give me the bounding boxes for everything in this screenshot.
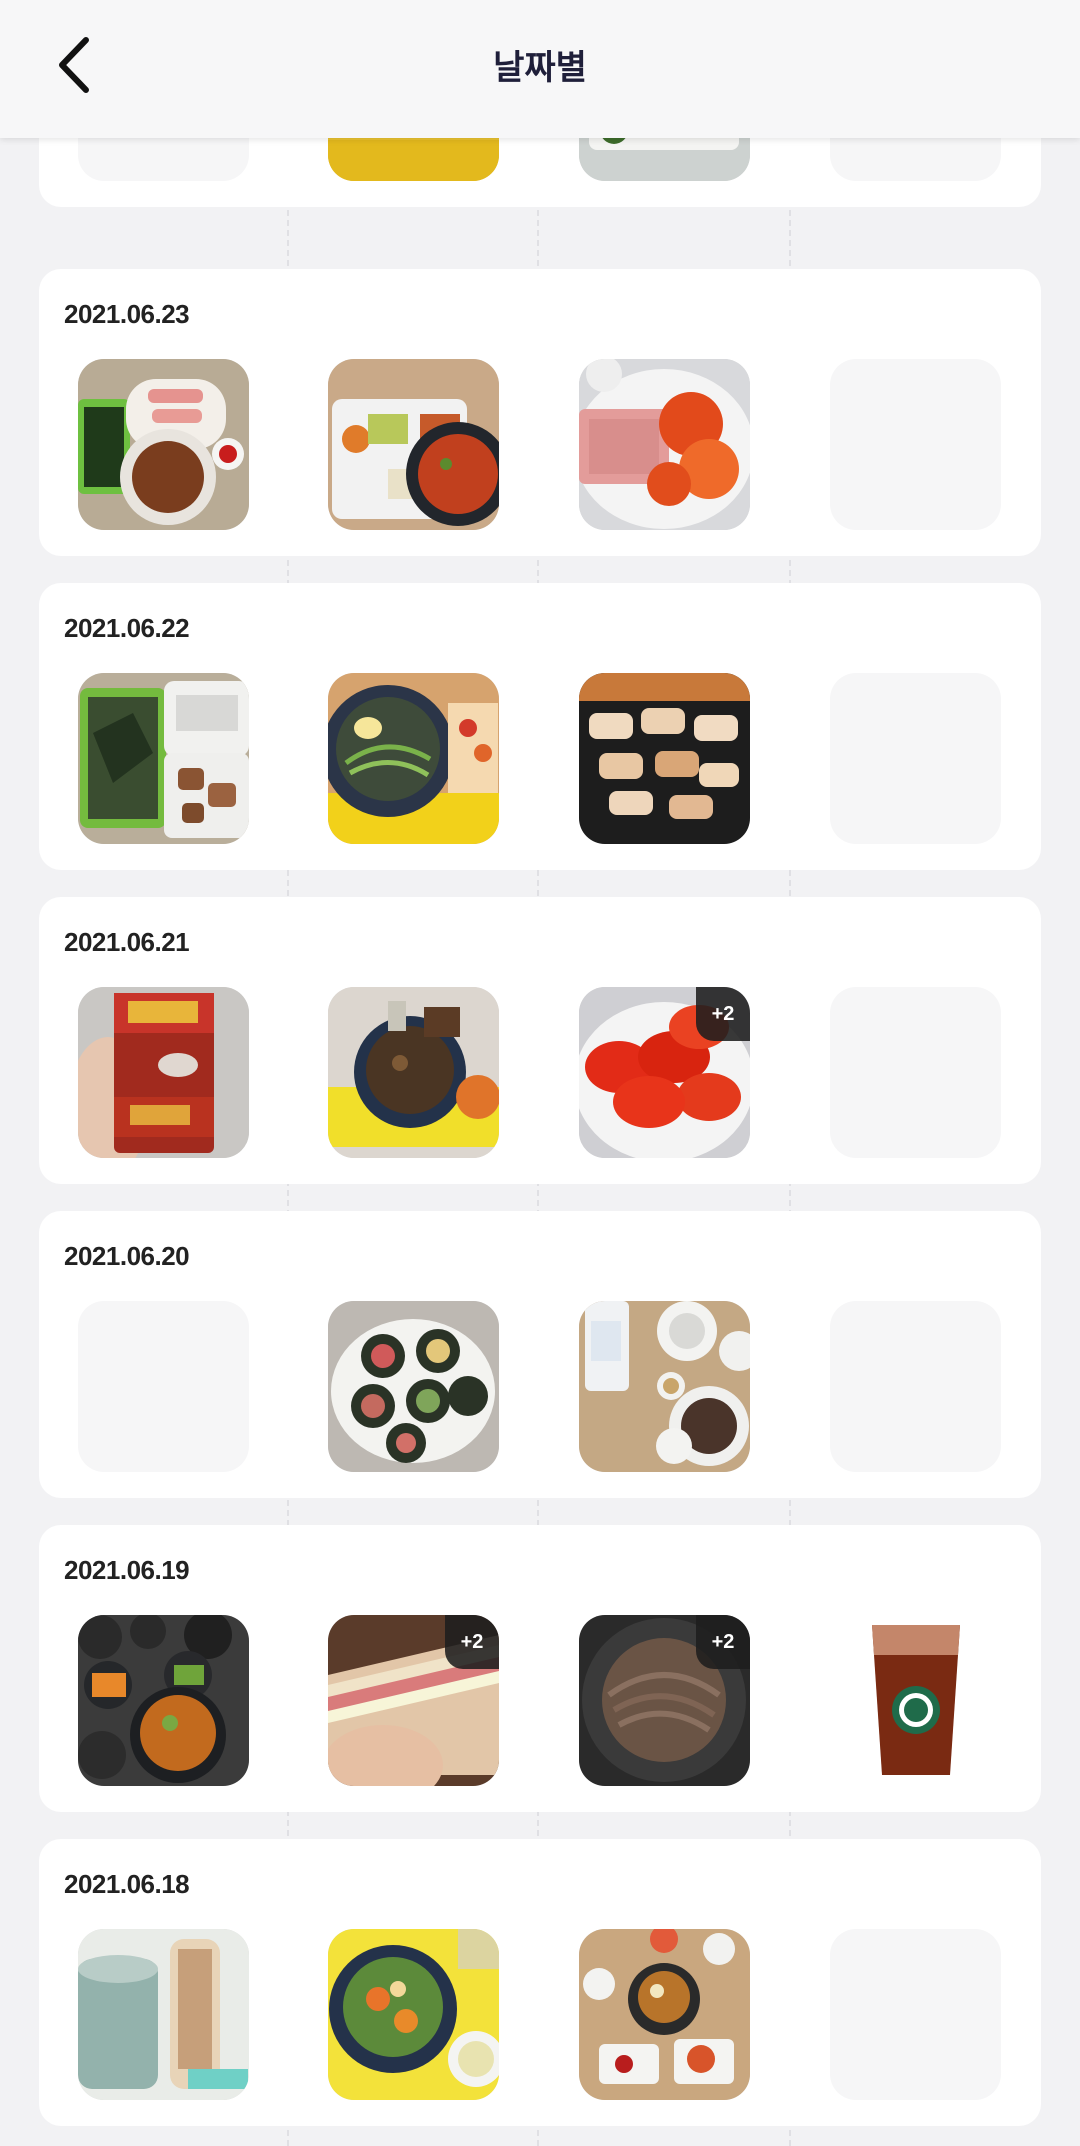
grilled-pork-belly-photo <box>579 673 750 844</box>
more-photos-badge: +2 <box>696 1615 750 1669</box>
meal-photo-thumbnail[interactable] <box>78 673 249 844</box>
soup-bowl-yellow-tray-photo <box>328 987 499 1158</box>
meal-photo-thumbnail[interactable] <box>78 1615 249 1786</box>
day-date-label: 2021.06.23 <box>64 299 190 329</box>
korean-stew-table-photo <box>579 1929 750 2100</box>
day-date-label: 2021.06.19 <box>64 1555 190 1585</box>
meal-photo-thumbnail[interactable] <box>78 1929 249 2100</box>
meal-photo-thumbnail[interactable] <box>579 359 750 530</box>
day-card: 2021.06.22 <box>39 583 1041 870</box>
meal-photo-thumbnail[interactable] <box>328 359 499 530</box>
meal-photo-thumbnail[interactable] <box>78 359 249 530</box>
meal-photo-thumbnail[interactable] <box>830 1615 1001 1786</box>
meal-photo-thumbnail[interactable] <box>328 987 499 1158</box>
day-date-label: 2021.06.21 <box>64 927 190 957</box>
empty-meal-slot[interactable] <box>830 987 1001 1158</box>
day-card: 2021.06.19 +2 +2 <box>39 1525 1041 1812</box>
empty-meal-slot[interactable] <box>830 673 1001 844</box>
cold-noodles-tray-photo <box>328 673 499 844</box>
mug-and-sandwich-photo <box>78 1929 249 2100</box>
meal-photo-thumbnail[interactable] <box>328 673 499 844</box>
meal-photo-thumbnail[interactable] <box>579 1929 750 2100</box>
day-date-label: 2021.06.20 <box>64 1241 190 1271</box>
chevron-left-icon <box>40 37 110 104</box>
meal-photo-thumbnail[interactable]: +2 <box>579 987 750 1158</box>
empty-meal-slot[interactable] <box>830 1929 1001 2100</box>
korean-table-stew-photo <box>78 1615 249 1786</box>
day-card: 2021.06.23 <box>39 269 1041 556</box>
day-card: 2021.06.18 <box>39 1839 1041 2126</box>
lunchbox-seaweed-ham-photo <box>78 359 249 530</box>
spam-and-tomato-photo <box>579 359 750 530</box>
day-date-label: 2021.06.18 <box>64 1869 190 1899</box>
more-photos-badge: +2 <box>696 987 750 1041</box>
meal-photo-thumbnail[interactable] <box>579 1301 750 1472</box>
snack-package-photo <box>78 987 249 1158</box>
day-date-label: 2021.06.22 <box>64 613 190 643</box>
meal-photo-thumbnail[interactable] <box>78 987 249 1158</box>
day-card: 2021.06.21 +2 <box>39 897 1041 1184</box>
meal-photo-thumbnail[interactable] <box>328 1301 499 1472</box>
date-feed[interactable]: 2021.06.23 2021.06.22 2021.06.21 +2 2021.06.… <box>0 0 1080 2146</box>
meal-photo-thumbnail[interactable]: +2 <box>328 1615 499 1786</box>
white-tray-spicy-stew-photo <box>328 359 499 530</box>
iced-coffee-cup-photo <box>830 1615 1001 1786</box>
more-photos-badge: +2 <box>445 1615 499 1669</box>
day-card: 2021.06.20 <box>39 1211 1041 1498</box>
makgeolli-and-side-dishes-photo <box>579 1301 750 1472</box>
salad-bowl-yellow-tray-photo <box>328 1929 499 2100</box>
empty-meal-slot[interactable] <box>830 359 1001 530</box>
page-title: 날짜별 <box>493 49 587 87</box>
meal-photo-thumbnail[interactable] <box>328 1929 499 2100</box>
empty-meal-slot[interactable] <box>78 1301 249 1472</box>
kimbap-rolls-photo <box>328 1301 499 1472</box>
seaweed-box-meat-photo <box>78 673 249 844</box>
app-header: 날짜별 <box>0 0 1080 138</box>
empty-meal-slot[interactable] <box>830 1301 1001 1472</box>
meal-photo-thumbnail[interactable]: +2 <box>579 1615 750 1786</box>
meal-photo-thumbnail[interactable] <box>579 673 750 844</box>
